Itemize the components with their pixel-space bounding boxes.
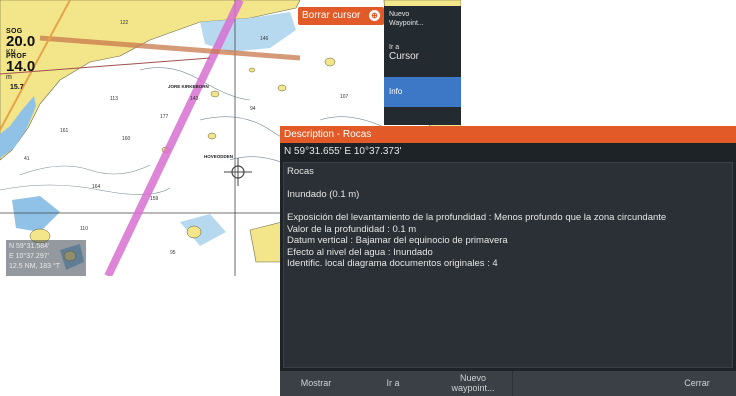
menu-item-value: Cursor: [389, 51, 420, 62]
depth-readout: PROF 14.0 m: [6, 53, 35, 81]
speed-value: 20.0: [6, 33, 36, 50]
place-label: JORE KIRKEBORN: [168, 84, 209, 89]
svg-text:143: 143: [190, 96, 199, 102]
svg-text:113: 113: [110, 96, 118, 102]
menu-item-label: Nuevo: [389, 11, 410, 18]
button-label: Nuevo: [459, 373, 486, 383]
svg-text:41: 41: [24, 156, 30, 162]
menu-item-label: Ir a: [389, 44, 400, 51]
svg-text:95: 95: [170, 250, 176, 256]
button-label: waypoint...: [451, 383, 495, 393]
svg-text:110: 110: [80, 226, 88, 232]
svg-text:164: 164: [92, 184, 101, 190]
svg-text:122: 122: [120, 20, 129, 26]
svg-text:94: 94: [250, 106, 256, 112]
footer-divider: [512, 371, 513, 396]
nuevo-waypoint-button[interactable]: Nuevo waypoint...: [434, 371, 512, 396]
description-line: Inundado (0.1 m): [287, 189, 360, 200]
dialog-title: Description - Rocas: [280, 126, 736, 143]
svg-text:161: 161: [60, 128, 69, 134]
cursor-icon: ⊕: [369, 10, 380, 21]
borrar-cursor-button[interactable]: Borrar cursor ⊕: [298, 7, 384, 25]
depth-unit: m: [6, 74, 12, 81]
borrar-cursor-label: Borrar cursor: [302, 10, 361, 21]
longitude: E 10°37.297': [9, 253, 49, 260]
description-line: Datum vertical : Bajamar del equinocio d…: [287, 235, 508, 246]
menu-item-info[interactable]: Info: [384, 77, 461, 107]
description-text-area[interactable]: Rocas Inundado (0.1 m) Exposición del le…: [283, 162, 733, 368]
range-bearing: 12.5 NM, 183 °T: [9, 263, 61, 270]
description-line: Efecto al nivel del agua : Inundado: [287, 246, 433, 258]
svg-text:160: 160: [122, 136, 131, 142]
menu-item-label: Waypoint...: [389, 20, 424, 27]
svg-text:107: 107: [340, 94, 349, 100]
description-dialog: Description - Rocas N 59°31.655' E 10°37…: [280, 126, 736, 396]
speed-readout: SOG 20.0 KN: [6, 28, 35, 56]
place-label: HOVEODDEN: [204, 154, 233, 159]
description-line: Exposición del levantamiento de la profu…: [287, 212, 667, 223]
dialog-footer: Mostrar Ir a Nuevo waypoint... Cerrar: [280, 371, 736, 396]
menu-item-nuevo-waypoint[interactable]: Nuevo Waypoint...: [384, 10, 461, 28]
ir-a-button[interactable]: Ir a: [352, 371, 434, 396]
depth-value: 14.0: [6, 58, 36, 75]
mostrar-button[interactable]: Mostrar: [280, 371, 352, 396]
description-line: Valor de la profundidad : 0.1 m: [287, 223, 417, 235]
cursor-coordinates: N 59°31.584' E 10°37.297' 12.5 NM, 183 °…: [6, 240, 86, 276]
svg-text:177: 177: [160, 114, 169, 120]
extra-readout: 15.7: [10, 84, 24, 91]
menu-item-ir-a-cursor[interactable]: Ir a Cursor: [384, 44, 461, 62]
svg-text:159: 159: [150, 196, 159, 202]
description-line: Rocas: [287, 166, 314, 177]
cerrar-button[interactable]: Cerrar: [658, 371, 736, 396]
svg-text:146: 146: [260, 36, 269, 42]
latitude: N 59°31.584': [9, 243, 50, 250]
dialog-coordinates: N 59°31.655' E 10°37.373': [284, 146, 402, 157]
description-line: Identific. local diagrama documentos ori…: [287, 258, 498, 269]
context-menu: Nuevo Waypoint... Ir a Cursor Info: [384, 6, 461, 125]
